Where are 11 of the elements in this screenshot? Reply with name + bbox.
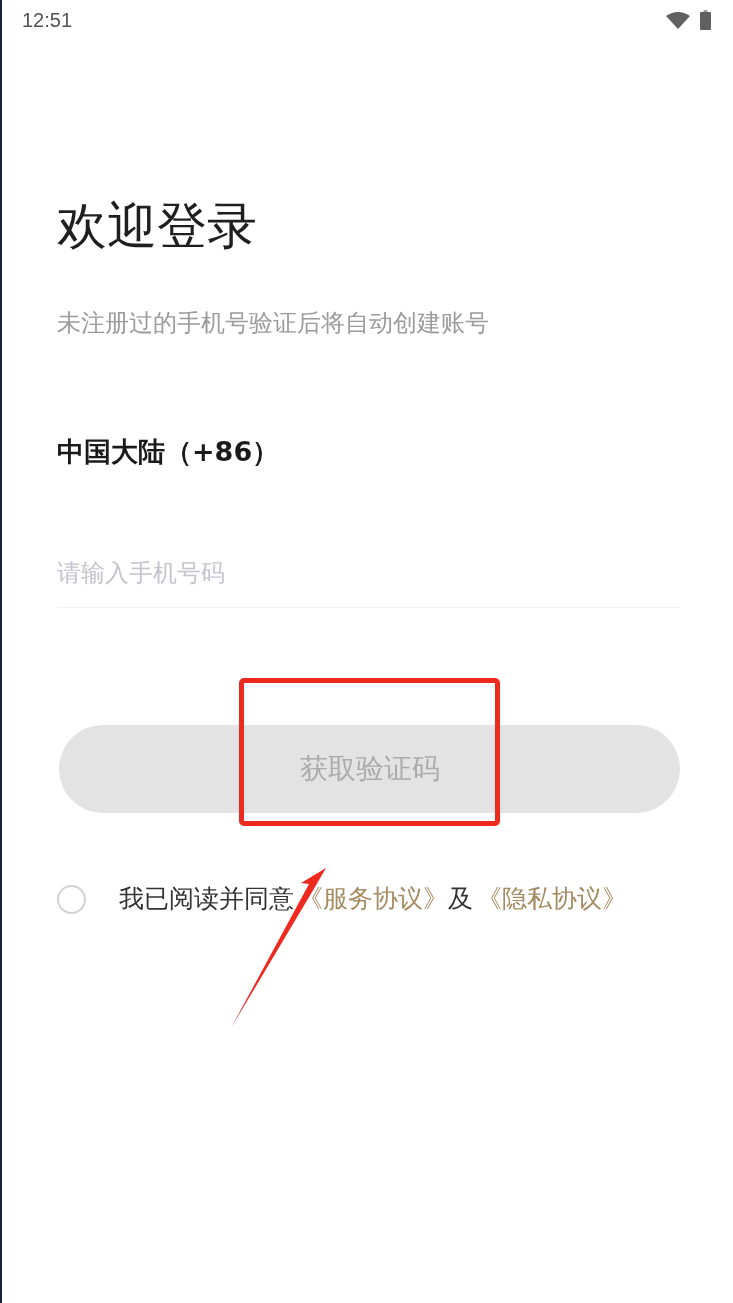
subtitle-text: 未注册过的手机号验证后将自动创建账号 bbox=[57, 308, 489, 339]
agreement-link[interactable]: 《服务协议》 bbox=[298, 884, 448, 913]
agree-checkbox[interactable] bbox=[57, 884, 86, 914]
agreement-link[interactable]: 《隐私协议》 bbox=[477, 884, 627, 913]
phone-input[interactable]: 请输入手机号码 bbox=[57, 538, 680, 608]
battery-icon bbox=[700, 10, 711, 30]
page-title: 欢迎登录 bbox=[57, 196, 257, 256]
region-selector[interactable]: 中国大陆（+86） bbox=[57, 434, 280, 470]
wifi-icon bbox=[666, 11, 690, 29]
status-time: 12:51 bbox=[22, 8, 73, 33]
agreement-text: 我已阅读并同意 《服务协议》及 《隐私协议》 bbox=[119, 883, 627, 915]
